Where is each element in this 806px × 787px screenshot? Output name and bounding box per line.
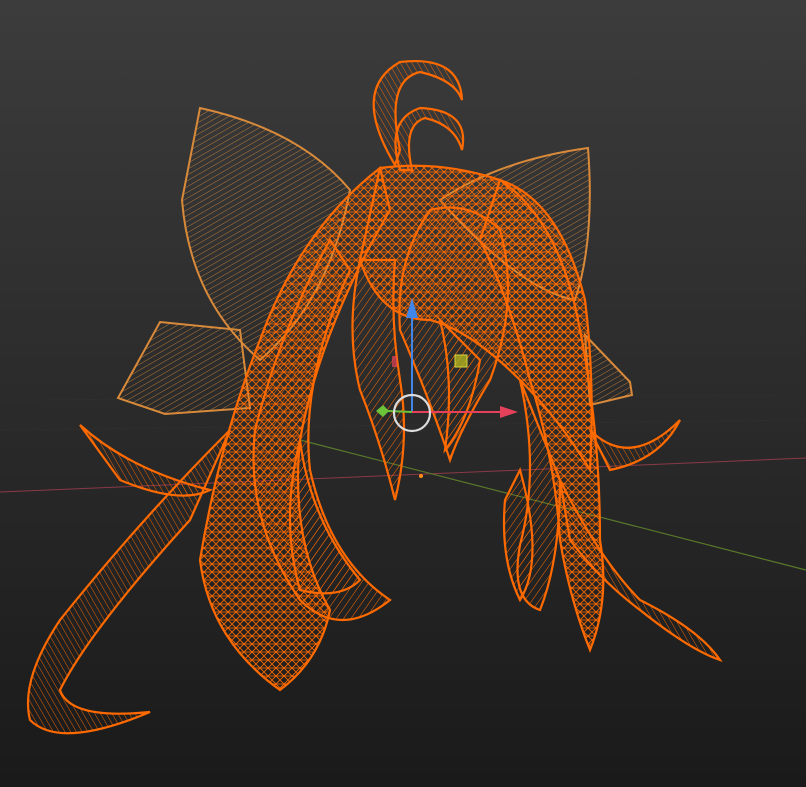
plane-handle-xz-icon[interactable] <box>392 356 397 367</box>
plane-handle-icon[interactable] <box>454 354 468 368</box>
3d-viewport[interactable] <box>0 0 806 787</box>
viewport-canvas[interactable] <box>0 0 806 787</box>
arrow-y-icon[interactable] <box>387 410 413 413</box>
origin-point <box>419 474 423 478</box>
